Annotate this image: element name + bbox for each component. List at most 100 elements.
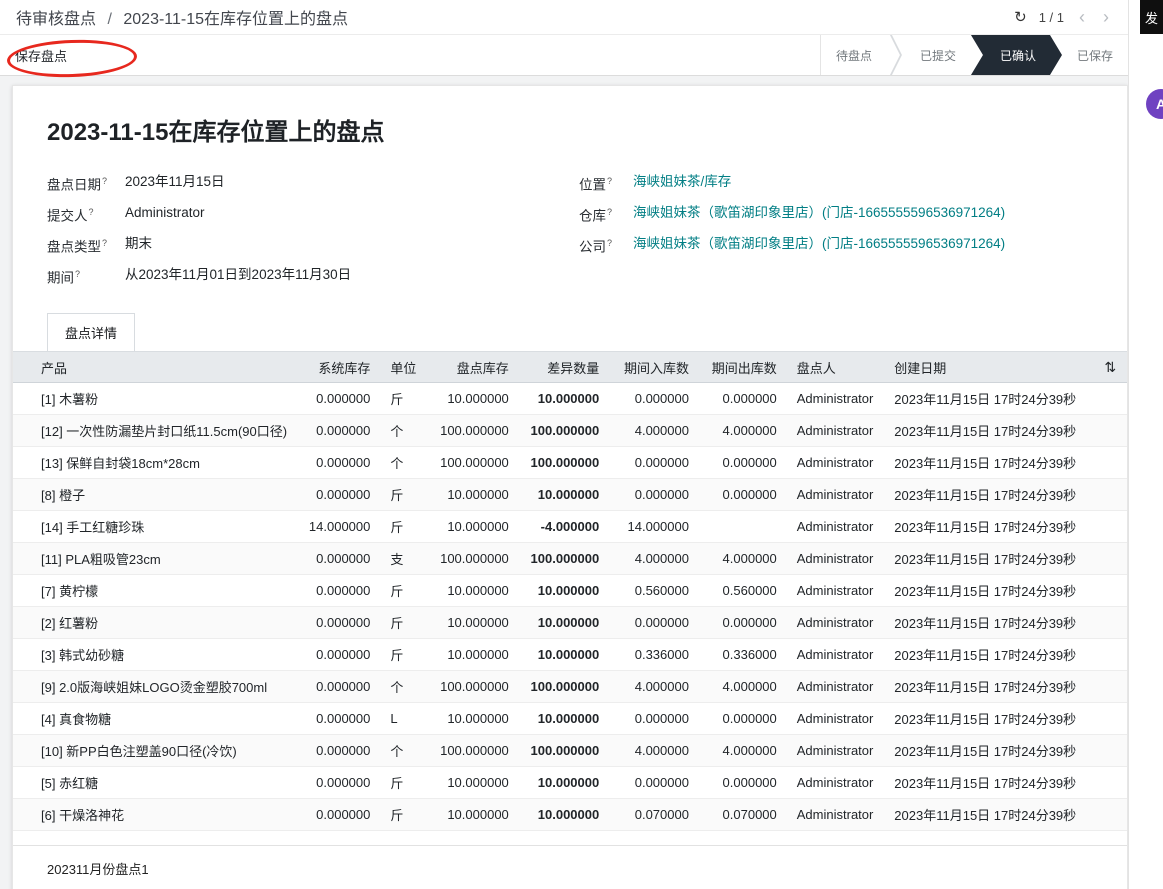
refresh-icon[interactable]: ↻	[1014, 8, 1027, 26]
cell-user: Administrator	[787, 703, 885, 735]
field-label-text: 盘点类型	[47, 240, 101, 255]
cell-out_qty: 0.000000	[699, 383, 787, 415]
field-value[interactable]: 海峡姐妹茶（歌笛湖印象里店）(门店-1665555596536971264)	[633, 234, 1005, 253]
field-label-text: 提交人	[47, 209, 88, 224]
cell-diff_qty: 10.000000	[519, 479, 609, 511]
cell-uom: 斤	[380, 511, 427, 543]
cell-uom: 斤	[380, 639, 427, 671]
cell-system_qty: 0.000000	[297, 735, 380, 767]
cell-uom: 个	[380, 671, 427, 703]
table-row[interactable]: [3] 韩式幼砂糖0.000000斤10.00000010.0000000.33…	[13, 639, 1127, 671]
statusbar-chevron-icon	[890, 35, 902, 75]
table-row[interactable]: [14] 手工红糖珍珠14.000000斤10.000000-4.0000001…	[13, 511, 1127, 543]
cell-system_qty: 0.000000	[297, 479, 380, 511]
cell-user: Administrator	[787, 639, 885, 671]
cell-create_date: 2023年11月15日 17时24分39秒	[884, 447, 1093, 479]
cell-out_qty: 0.000000	[699, 607, 787, 639]
cell-user: Administrator	[787, 383, 885, 415]
cell-uom: 支	[380, 543, 427, 575]
cell-create_date: 2023年11月15日 17时24分39秒	[884, 575, 1093, 607]
cell-out_qty: 4.000000	[699, 671, 787, 703]
cell-in_qty: 0.000000	[609, 447, 699, 479]
cell-diff_qty: 10.000000	[519, 799, 609, 831]
cell-counted_qty: 100.000000	[427, 671, 519, 703]
table-row[interactable]: [5] 赤红糖0.000000斤10.00000010.0000000.0000…	[13, 767, 1127, 799]
table-row[interactable]: [13] 保鲜自封袋18cm*28cm0.000000个100.00000010…	[13, 447, 1127, 479]
cell-system_qty: 0.000000	[297, 671, 380, 703]
field-row: 盘点日期?2023年11月15日	[47, 167, 579, 198]
cell-system_qty: 0.000000	[297, 799, 380, 831]
column-header-user[interactable]: 盘点人	[787, 352, 885, 383]
column-header-system_qty[interactable]: 系统库存	[297, 352, 380, 383]
table-row[interactable]: [4] 真食物糖0.000000L10.00000010.0000000.000…	[13, 703, 1127, 735]
cell-product: [3] 韩式幼砂糖	[13, 639, 297, 671]
field-row: 期间?从2023年11月01日到2023年11月30日	[47, 260, 579, 291]
table-row[interactable]: [1] 木薯粉0.000000斤10.00000010.0000000.0000…	[13, 383, 1127, 415]
cell-counted_qty: 100.000000	[427, 735, 519, 767]
cell-uom: 斤	[380, 767, 427, 799]
cell-uom: 斤	[380, 575, 427, 607]
field-group-left: 盘点日期?2023年11月15日提交人?Administrator盘点类型?期末…	[47, 167, 579, 291]
field-value[interactable]: 海峡姐妹茶（歌笛湖印象里店）(门店-1665555596536971264)	[633, 203, 1005, 222]
cell-diff_qty: 100.000000	[519, 671, 609, 703]
cell-uom: 个	[380, 415, 427, 447]
table-row[interactable]: [2] 红薯粉0.000000斤10.00000010.0000000.0000…	[13, 607, 1127, 639]
breadcrumb-parent[interactable]: 待审核盘点	[16, 11, 96, 28]
breadcrumb-current: 2023-11-15在库存位置上的盘点	[123, 11, 348, 28]
column-header-counted_qty[interactable]: 盘点库存	[427, 352, 519, 383]
field-label: 期间?	[47, 265, 125, 288]
column-header-diff_qty[interactable]: 差异数量	[519, 352, 609, 383]
field-value[interactable]: 海峡姐妹茶/库存	[633, 172, 731, 191]
status-step-3[interactable]: 已保存	[1062, 35, 1128, 75]
column-header-create_date[interactable]: 创建日期	[884, 352, 1093, 383]
right-panel	[1128, 0, 1163, 889]
cell-counted_qty: 100.000000	[427, 543, 519, 575]
status-step-2[interactable]: 已确认	[971, 35, 1062, 75]
table-row[interactable]: [8] 橙子0.000000斤10.00000010.0000000.00000…	[13, 479, 1127, 511]
pager-previous-icon[interactable]: ‹	[1076, 8, 1088, 26]
pager-next-icon[interactable]: ›	[1100, 8, 1112, 26]
cell-product: [11] PLA粗吸管23cm	[13, 543, 297, 575]
field-help-marker: ?	[607, 238, 612, 248]
tab-inventory-details[interactable]: 盘点详情	[47, 313, 135, 351]
cell-out_qty: 0.000000	[699, 767, 787, 799]
cell-product: [7] 黄柠檬	[13, 575, 297, 607]
table-row[interactable]: [10] 新PP白色注塑盖90口径(冷饮)0.000000个100.000000…	[13, 735, 1127, 767]
column-header-in_qty[interactable]: 期间入库数	[609, 352, 699, 383]
status-step-0[interactable]: 待盘点	[821, 35, 887, 75]
cell-out_qty: 4.000000	[699, 415, 787, 447]
cell-toggle	[1093, 383, 1127, 415]
field-value: 期末	[125, 234, 152, 253]
field-help-marker: ?	[102, 176, 107, 186]
send-corner-button[interactable]: 发	[1140, 0, 1163, 34]
column-header-out_qty[interactable]: 期间出库数	[699, 352, 787, 383]
cell-out_qty: 0.560000	[699, 575, 787, 607]
save-inventory-button[interactable]: 保存盘点	[15, 46, 67, 65]
cell-system_qty: 0.000000	[297, 543, 380, 575]
column-header-product[interactable]: 产品	[13, 352, 297, 383]
field-help-marker: ?	[102, 238, 107, 248]
cell-user: Administrator	[787, 671, 885, 703]
cell-in_qty: 0.000000	[609, 383, 699, 415]
cell-counted_qty: 10.000000	[427, 479, 519, 511]
cell-out_qty: 0.070000	[699, 799, 787, 831]
cell-toggle	[1093, 703, 1127, 735]
field-label-text: 公司	[579, 240, 606, 255]
column-header-uom[interactable]: 单位	[380, 352, 427, 383]
cell-toggle	[1093, 607, 1127, 639]
table-row[interactable]: [6] 干燥洛神花0.000000斤10.00000010.0000000.07…	[13, 799, 1127, 831]
cell-product: [5] 赤红糖	[13, 767, 297, 799]
cell-toggle	[1093, 415, 1127, 447]
cell-system_qty: 0.000000	[297, 575, 380, 607]
cell-uom: 斤	[380, 607, 427, 639]
table-row[interactable]: [7] 黄柠檬0.000000斤10.00000010.0000000.5600…	[13, 575, 1127, 607]
status-step-1[interactable]: 已提交	[905, 35, 971, 75]
cell-counted_qty: 100.000000	[427, 447, 519, 479]
table-row[interactable]: [9] 2.0版海峡姐妹LOGO烫金塑胶700ml0.000000个100.00…	[13, 671, 1127, 703]
table-row[interactable]: [11] PLA粗吸管23cm0.000000支100.000000100.00…	[13, 543, 1127, 575]
page-title: 2023-11-15在库存位置上的盘点	[47, 112, 1093, 147]
table-row[interactable]: [12] 一次性防漏垫片封口纸11.5cm(90口径)0.000000个100.…	[13, 415, 1127, 447]
cell-counted_qty: 100.000000	[427, 415, 519, 447]
optional-columns-toggle-icon[interactable]: ⇅	[1093, 352, 1127, 383]
field-label: 仓库?	[579, 203, 633, 226]
